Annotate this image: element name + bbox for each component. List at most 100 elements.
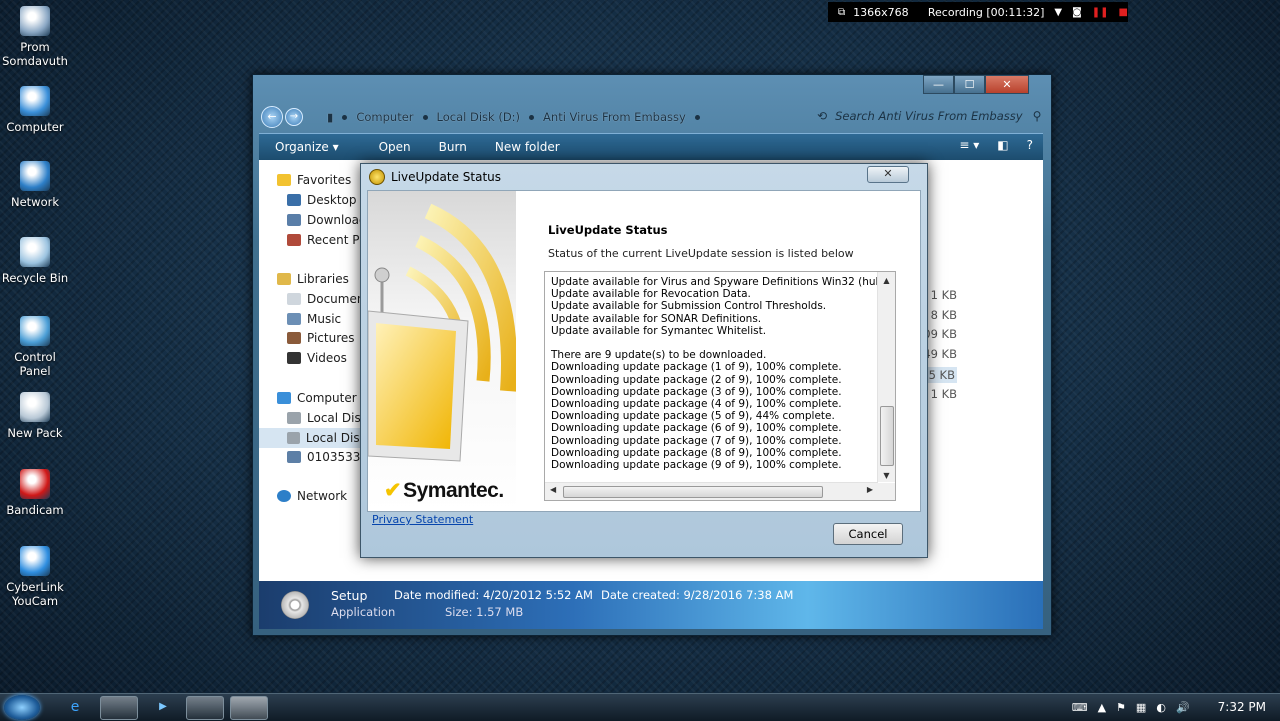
stop-icon[interactable]: ■ bbox=[1119, 7, 1128, 18]
taskbar-liveupdate-button[interactable] bbox=[230, 696, 268, 720]
nav-usb-drive[interactable]: 010353329 bbox=[287, 447, 365, 467]
maximize-button[interactable]: ☐ bbox=[954, 75, 985, 94]
resolution-icon[interactable]: ⧉ bbox=[838, 7, 845, 18]
package-icon bbox=[20, 392, 50, 422]
horizontal-scrollbar[interactable]: ◀ ▶ bbox=[545, 482, 878, 500]
minimize-button[interactable]: — bbox=[923, 75, 954, 94]
status-log[interactable]: Update available for Virus and Spyware D… bbox=[544, 271, 896, 501]
taskbar-explorer-button[interactable] bbox=[100, 696, 138, 720]
scroll-thumb-horizontal[interactable] bbox=[563, 486, 823, 498]
desktop-icon-recycle-bin[interactable]: Recycle Bin bbox=[0, 237, 70, 285]
bandicam-tray-icon[interactable]: ◐ bbox=[1156, 701, 1166, 714]
nav-computer[interactable]: Computer bbox=[277, 388, 357, 408]
control-panel-icon bbox=[20, 316, 50, 346]
nav-libraries[interactable]: Libraries bbox=[277, 269, 349, 289]
drive-icon bbox=[287, 412, 301, 424]
record-icon bbox=[20, 469, 50, 499]
internet-explorer-icon[interactable]: e bbox=[66, 698, 84, 716]
back-arrow-icon[interactable]: ← bbox=[261, 106, 283, 128]
symantec-banner: ✔Symantec. bbox=[368, 191, 516, 511]
start-button[interactable] bbox=[4, 695, 40, 720]
breadcrumb-computer[interactable]: Computer bbox=[356, 110, 413, 124]
nav-music[interactable]: Music bbox=[287, 309, 341, 329]
close-button[interactable]: ✕ bbox=[985, 75, 1029, 94]
breadcrumb-local-disk-d[interactable]: Local Disk (D:) bbox=[437, 110, 521, 124]
breadcrumb-anti-virus-folder[interactable]: Anti Virus From Embassy bbox=[543, 110, 686, 124]
nav-videos[interactable]: Videos bbox=[287, 348, 347, 368]
nav-local-disk-c[interactable]: Local Disk (C:) bbox=[287, 408, 365, 428]
desktop-icon-new-pack[interactable]: New Pack bbox=[0, 392, 70, 440]
dialog-close-button[interactable]: ✕ bbox=[867, 166, 909, 183]
computer-icon bbox=[277, 392, 291, 404]
scroll-down-icon[interactable]: ▼ bbox=[878, 471, 895, 480]
file-size: 1 KB bbox=[930, 288, 957, 302]
recycle-bin-icon bbox=[20, 237, 50, 267]
network-tray-icon[interactable]: ▦ bbox=[1136, 701, 1146, 714]
scroll-right-icon[interactable]: ▶ bbox=[867, 485, 873, 494]
open-button[interactable]: Open bbox=[379, 140, 411, 154]
star-icon bbox=[277, 174, 291, 186]
help-icon[interactable]: ? bbox=[1027, 138, 1033, 152]
nav-network[interactable]: Network bbox=[277, 486, 347, 506]
search-box[interactable]: ⟲ Search Anti Virus From Embassy ⚲ bbox=[817, 105, 1041, 127]
dialog-title-bar: LiveUpdate Status bbox=[369, 169, 501, 185]
desktop-icon-label: Computer bbox=[6, 120, 64, 134]
clock[interactable]: 7:32 PM bbox=[1218, 700, 1266, 714]
preview-pane-icon[interactable]: ◧ bbox=[997, 138, 1008, 152]
search-icon[interactable]: ⚲ bbox=[1033, 109, 1042, 123]
refresh-icon[interactable]: ⟲ bbox=[817, 109, 827, 123]
command-bar: Organize ▾ Open Burn New folder ≡ ▾ ◧ ? bbox=[259, 133, 1043, 160]
desktop-icon-cyberlink-youcam[interactable]: CyberLink YouCam bbox=[0, 546, 70, 608]
view-options-icon[interactable]: ≡ ▾ bbox=[959, 138, 979, 152]
user-file-icon bbox=[20, 6, 50, 36]
organize-button[interactable]: Organize ▾ bbox=[275, 140, 339, 154]
libraries-icon bbox=[277, 273, 291, 285]
media-player-icon[interactable]: ▶ bbox=[154, 698, 172, 716]
nav-favorites[interactable]: Favorites bbox=[277, 170, 351, 190]
nav-pictures[interactable]: Pictures bbox=[287, 328, 355, 348]
cancel-button[interactable]: Cancel bbox=[833, 523, 903, 545]
recording-toolbar: ⧉ 1366x768 Recording [00:11:32] ▼ ◙ ❚❚ ■ bbox=[828, 2, 1128, 22]
navigation-pane: Favorites Desktop Downloads Recent Place… bbox=[259, 160, 365, 581]
liveupdate-graphic-icon bbox=[368, 203, 516, 462]
file-name: Setup bbox=[331, 588, 368, 603]
desktop-icon-prom-somdavuth[interactable]: Prom Somdavuth bbox=[0, 6, 70, 68]
camera-icon[interactable]: ◙ bbox=[1072, 7, 1082, 18]
file-size: 8 KB bbox=[930, 308, 957, 322]
dialog-body: ✔Symantec. LiveUpdate Status Status of t… bbox=[367, 190, 921, 512]
dropdown-icon[interactable]: ▼ bbox=[1054, 7, 1062, 18]
desktop-icon-bandicam[interactable]: Bandicam bbox=[0, 469, 70, 517]
volume-icon[interactable]: 🔊 bbox=[1176, 701, 1190, 714]
date-created: Date created: 9/28/2016 7:38 AM bbox=[601, 588, 794, 602]
action-center-flag-icon[interactable]: ⚑ bbox=[1116, 701, 1126, 714]
desktop-icon-label: Prom Somdavuth bbox=[2, 40, 68, 68]
scroll-left-icon[interactable]: ◀ bbox=[550, 485, 556, 494]
nav-downloads[interactable]: Downloads bbox=[287, 210, 365, 230]
breadcrumb: ▮ Computer Local Disk (D:) Anti Virus Fr… bbox=[313, 110, 700, 124]
nav-recent-places[interactable]: Recent Places bbox=[287, 230, 365, 250]
desktop-icon-label: Recycle Bin bbox=[1, 271, 69, 285]
desktop-icon-computer[interactable]: Computer bbox=[0, 86, 70, 134]
keyboard-icon[interactable]: ⌨ bbox=[1072, 701, 1088, 714]
show-hidden-icons[interactable]: ▲ bbox=[1098, 701, 1106, 714]
scroll-up-icon[interactable]: ▲ bbox=[878, 276, 895, 285]
desktop-icon-control-panel[interactable]: Control Panel bbox=[0, 316, 70, 378]
new-folder-button[interactable]: New folder bbox=[495, 140, 560, 154]
recording-resolution: 1366x768 bbox=[853, 5, 909, 19]
nav-documents[interactable]: Documents bbox=[287, 289, 365, 309]
privacy-statement-link[interactable]: Privacy Statement bbox=[372, 513, 473, 526]
forward-arrow-icon[interactable]: → bbox=[285, 108, 303, 126]
taskbar-app-button[interactable] bbox=[186, 696, 224, 720]
taskbar: e ▶ ⌨ ▲ ⚑ ▦ ◐ 🔊 7:32 PM bbox=[0, 693, 1280, 721]
dialog-content: LiveUpdate Status Status of the current … bbox=[516, 191, 920, 511]
burn-button[interactable]: Burn bbox=[439, 140, 467, 154]
pause-icon[interactable]: ❚❚ bbox=[1092, 7, 1109, 18]
nav-desktop[interactable]: Desktop bbox=[287, 190, 357, 210]
desktop-icon-network[interactable]: Network bbox=[0, 161, 70, 209]
search-input[interactable]: Search Anti Virus From Embassy bbox=[835, 109, 1023, 123]
status-log-text: Update available for Virus and Spyware D… bbox=[551, 276, 890, 472]
scroll-thumb[interactable] bbox=[880, 406, 894, 466]
vertical-scrollbar[interactable]: ▲ ▼ bbox=[877, 272, 895, 482]
symantec-logo: ✔Symantec. bbox=[384, 479, 504, 502]
nav-local-disk-d[interactable]: Local Disk (D:) bbox=[259, 428, 365, 448]
